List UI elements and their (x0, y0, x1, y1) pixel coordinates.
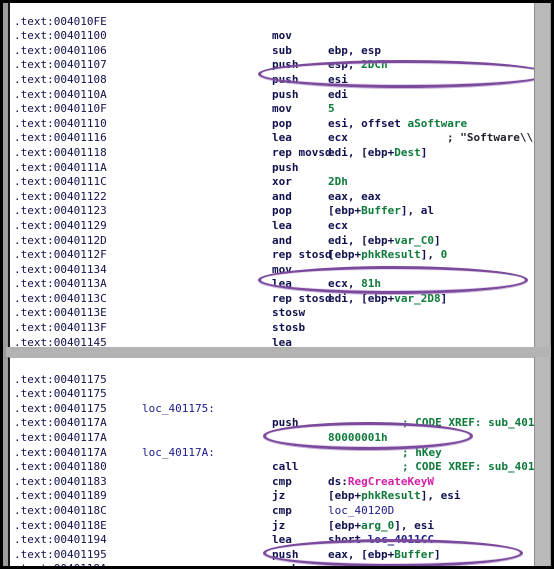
code-line[interactable]: .text:00401195 push 207h ; nBufferLength (10, 533, 548, 566)
code-line[interactable]: .text:0040114A push eax ; Dest (10, 336, 548, 347)
code-line[interactable]: .text:00401116 rep movsd (10, 117, 548, 159)
code-line[interactable]: .text:0040112D rep stosd (10, 219, 548, 262)
code-line[interactable]: .text:0040118C jz short loc_4011CC (10, 489, 548, 546)
code-line[interactable]: .text:00401175 push 80000001h ; hKey (10, 387, 548, 459)
code-line[interactable]: .text:00401175 (10, 358, 548, 386)
code-line[interactable]: .text:0040112F mov ecx, 81h (10, 234, 548, 290)
code-line[interactable]: .text:004011A0 lea eax, [ebp+Buffer] (10, 562, 548, 566)
code-line[interactable]: .text:0040118E lea eax, [ebp+Buffer] (10, 504, 548, 561)
code-line-highlighted[interactable]: .text:0040119A call ds:GetCurrentDirecto… (10, 548, 548, 566)
code-line[interactable]: .text:00401194 push eax ; lpBuffer (10, 519, 548, 566)
code-line[interactable]: .text:00401110 lea edi, [ebp+Dest] (10, 102, 548, 159)
window-frame: .text:004010FE mov ebp, esp .text:004011… (0, 0, 554, 569)
code-listing-bottom: .text:00401175 .text:00401175 loc_401175… (10, 358, 548, 566)
code-line[interactable]: .text:00401100 sub esp, 2DCh (10, 15, 548, 71)
code-line[interactable]: .text:00401129 and [ebp+phkResult], 0 (10, 204, 548, 261)
code-line-highlighted[interactable]: .text:0040110A mov esi, offset aSoftware… (10, 73, 548, 145)
code-line[interactable]: .text:00401108 push 5 (10, 58, 548, 115)
code-line-highlighted[interactable]: .text:00401145 push offset aWanacrypt0r … (10, 321, 548, 347)
code-line[interactable]: .text:0040113C stosw (10, 277, 548, 320)
code-line-label[interactable]: .text:0040117A loc_40117A: ; CODE XREF: … (10, 416, 548, 473)
panel-gutter-bottom (534, 357, 550, 566)
code-line[interactable]: .text:00401118 push 2Dh (10, 131, 548, 188)
code-line[interactable]: .text:00401183 jz loc_40120D (10, 460, 548, 517)
panel-gutter-top (534, 3, 550, 347)
code-line[interactable]: .text:0040111A xor eax, eax (10, 146, 548, 203)
code-line-highlighted[interactable]: .text:0040117A call ds:RegCreateKeyW (10, 431, 548, 488)
code-line[interactable]: .text:00401189 cmp [ebp+arg_0], esi (10, 475, 548, 531)
code-line[interactable]: .text:00401180 cmp [ebp+phkResult], esi (10, 446, 548, 502)
disassembly-panel-bottom[interactable]: .text:00401175 .text:00401175 loc_401175… (8, 357, 549, 566)
code-line[interactable]: .text:00401106 push esi (10, 29, 548, 86)
code-line[interactable]: .text:00401123 lea edi, [ebp+var_C0] (10, 190, 548, 246)
screenshot-root: .text:004010FE mov ebp, esp .text:004011… (0, 0, 554, 569)
code-line[interactable]: .text:004010FE mov ebp, esp (10, 3, 548, 57)
code-line-label[interactable]: .text:00401175 loc_401175: ; CODE XREF: … (10, 373, 548, 429)
code-line[interactable]: .text:0040113E stosb (10, 292, 548, 334)
code-line[interactable]: .text:0040117A (10, 402, 548, 429)
code-line[interactable]: .text:0040113A rep stosd (10, 263, 548, 305)
code-line[interactable]: .text:0040110F pop ecx (10, 88, 548, 144)
code-line[interactable]: .text:00401134 lea edi, [ebp+var_2D8] (10, 248, 548, 305)
code-line[interactable]: .text:0040113F lea eax, [ebp+Dest] (10, 306, 548, 347)
code-line[interactable]: .text:00401122 pop ecx (10, 175, 548, 232)
code-line[interactable]: .text:00401107 push edi (10, 44, 548, 100)
disassembly-panel-top[interactable]: .text:004010FE mov ebp, esp .text:004011… (8, 3, 549, 347)
code-listing-top: .text:004010FE mov ebp, esp .text:004011… (10, 3, 548, 347)
code-line[interactable]: .text:0040111C and [ebp+Buffer], al (10, 161, 548, 217)
